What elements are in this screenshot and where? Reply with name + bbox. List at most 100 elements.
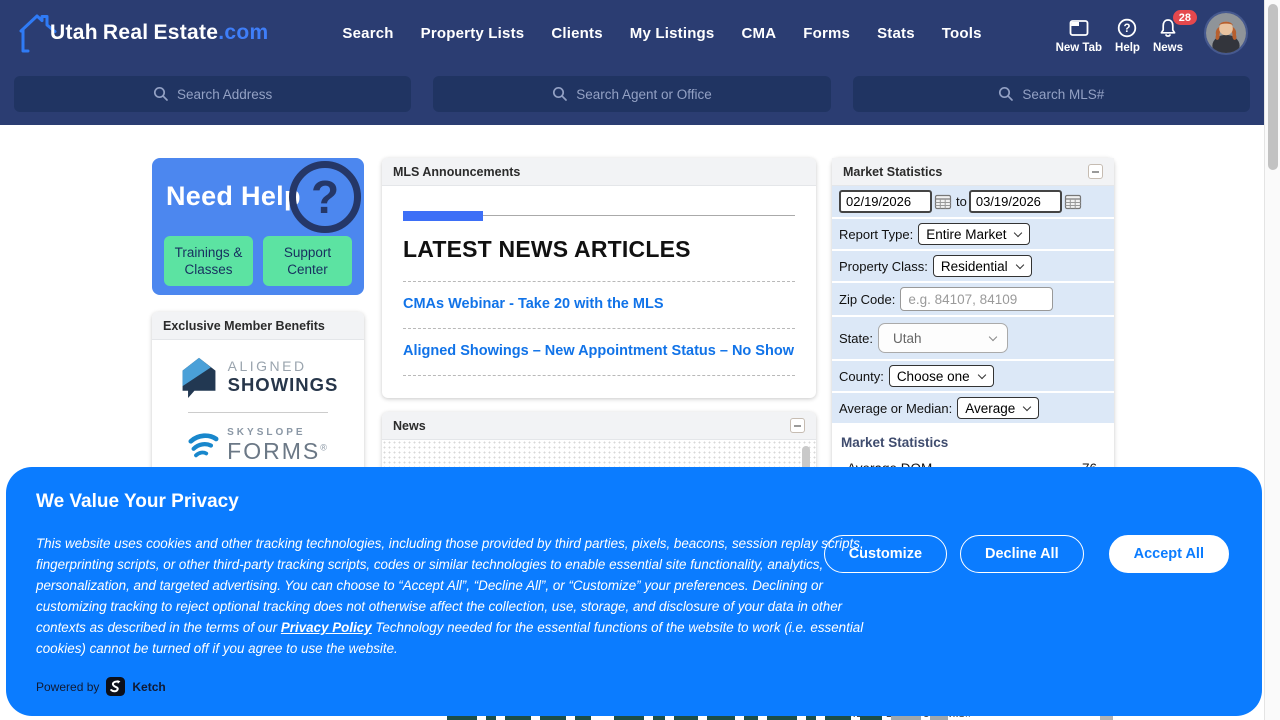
ketch-logo-icon bbox=[106, 677, 125, 696]
search-icon bbox=[153, 86, 169, 102]
mls-announcements-card: MLS Announcements LATEST NEWS ARTICLES C… bbox=[382, 158, 816, 398]
ketch-label: Ketch bbox=[132, 680, 165, 694]
search-icon bbox=[552, 86, 568, 102]
property-class-label: Property Class: bbox=[839, 259, 928, 274]
date-range-row: to bbox=[832, 186, 1114, 217]
decline-all-button[interactable]: Decline All bbox=[960, 535, 1084, 573]
collapse-icon[interactable] bbox=[1088, 164, 1103, 179]
zip-code-input[interactable] bbox=[900, 287, 1053, 311]
customize-button[interactable]: Customize bbox=[824, 535, 947, 573]
zip-code-row: Zip Code: bbox=[832, 283, 1114, 315]
to-label: to bbox=[956, 194, 967, 209]
avatar-image bbox=[1206, 13, 1246, 53]
logo-text: UtahRealEstate.com bbox=[50, 21, 269, 45]
county-select[interactable]: Choose one bbox=[889, 365, 994, 387]
new-tab-icon bbox=[1067, 17, 1091, 39]
privacy-policy-link[interactable]: Privacy Policy bbox=[281, 620, 372, 635]
state-label: State: bbox=[839, 331, 873, 346]
property-class-select[interactable]: Residential bbox=[933, 255, 1032, 277]
new-tab-button[interactable]: New Tab bbox=[1056, 11, 1102, 54]
calendar-icon bbox=[934, 193, 952, 210]
new-tab-label: New Tab bbox=[1056, 42, 1102, 54]
news-article-link[interactable]: Aligned Showings – New Appointment Statu… bbox=[403, 343, 795, 359]
page: UtahRealEstate.com Search Property Lists… bbox=[0, 0, 1280, 720]
privacy-banner-buttons: Customize Decline All Accept All bbox=[824, 535, 1229, 573]
chevron-down-icon bbox=[989, 332, 997, 340]
skyslope-wordmark-bottom: FORMS bbox=[227, 438, 320, 464]
nav-item-tools[interactable]: Tools bbox=[942, 25, 982, 42]
search-icon bbox=[998, 86, 1014, 102]
search-mls-input[interactable]: Search MLS# bbox=[853, 76, 1250, 112]
aligned-showings-logo[interactable]: ALIGNED SHOWINGS bbox=[152, 340, 364, 412]
dashed-divider bbox=[403, 281, 795, 282]
news-badge: 28 bbox=[1173, 10, 1197, 25]
collapse-icon[interactable] bbox=[790, 418, 805, 433]
nav-item-stats[interactable]: Stats bbox=[877, 25, 915, 42]
search-agent-placeholder: Search Agent or Office bbox=[576, 87, 712, 102]
trainings-classes-button[interactable]: Trainings & Classes bbox=[164, 236, 253, 286]
main-nav: Search Property Lists Clients My Listing… bbox=[342, 25, 981, 42]
zip-code-label: Zip Code: bbox=[839, 292, 895, 307]
progress-bar-decoration bbox=[403, 211, 795, 221]
header-actions: New Tab ? Help 28 News bbox=[1056, 11, 1248, 55]
market-statistics-card: Market Statistics to bbox=[832, 158, 1114, 480]
average-median-label: Average or Median: bbox=[839, 401, 952, 416]
privacy-consent-banner: We Value Your Privacy This website uses … bbox=[6, 467, 1262, 716]
skyslope-icon bbox=[187, 431, 219, 461]
nav-item-search[interactable]: Search bbox=[342, 25, 393, 42]
help-label: Help bbox=[1115, 42, 1140, 54]
calendar-button[interactable] bbox=[1062, 193, 1084, 210]
news-button[interactable]: 28 News bbox=[1153, 11, 1183, 54]
top-navigation-bar: UtahRealEstate.com Search Property Lists… bbox=[0, 0, 1264, 125]
date-from-input[interactable] bbox=[839, 190, 932, 213]
search-address-input[interactable]: Search Address bbox=[14, 76, 411, 112]
member-benefits-card: Exclusive Member Benefits ALIGNED SHOWIN… bbox=[152, 312, 364, 474]
latest-news-heading: LATEST NEWS ARTICLES bbox=[403, 236, 795, 263]
nav-item-property-lists[interactable]: Property Lists bbox=[421, 25, 525, 42]
average-median-select[interactable]: Average bbox=[957, 397, 1039, 419]
search-mls-placeholder: Search MLS# bbox=[1022, 87, 1104, 102]
property-class-row: Property Class: Residential bbox=[832, 251, 1114, 281]
chevron-down-icon bbox=[1015, 260, 1023, 268]
site-logo[interactable]: UtahRealEstate.com bbox=[16, 11, 269, 55]
registered-mark: ® bbox=[320, 442, 329, 452]
page-scrollbar bbox=[1264, 0, 1280, 720]
date-to-input[interactable] bbox=[969, 190, 1062, 213]
svg-text:?: ? bbox=[1124, 23, 1131, 35]
calendar-button[interactable] bbox=[932, 193, 954, 210]
dashed-divider bbox=[403, 375, 795, 376]
nav-item-forms[interactable]: Forms bbox=[803, 25, 850, 42]
report-type-label: Report Type: bbox=[839, 227, 913, 242]
powered-by-label: Powered by bbox=[36, 680, 99, 694]
help-button[interactable]: ? Help bbox=[1115, 11, 1140, 54]
news-card-title: News bbox=[393, 419, 426, 433]
news-article-link[interactable]: CMAs Webinar - Take 20 with the MLS bbox=[403, 296, 795, 312]
aligned-wordmark-top: ALIGNED bbox=[228, 358, 339, 374]
news-label: News bbox=[1153, 42, 1183, 54]
aligned-wordmark-bottom: SHOWINGS bbox=[228, 374, 339, 396]
report-type-select[interactable]: Entire Market bbox=[918, 223, 1030, 245]
chevron-down-icon bbox=[1023, 402, 1031, 410]
nav-item-cma[interactable]: CMA bbox=[741, 25, 776, 42]
skyslope-wordmark-top: SKYSLOPE bbox=[227, 427, 329, 438]
user-avatar[interactable] bbox=[1204, 11, 1248, 55]
support-center-button[interactable]: Support Center bbox=[263, 236, 352, 286]
need-help-title: Need Help bbox=[166, 181, 301, 212]
page-scrollbar-thumb[interactable] bbox=[1268, 4, 1278, 170]
privacy-banner-body: This website uses cookies and other trac… bbox=[36, 534, 892, 659]
nav-item-clients[interactable]: Clients bbox=[551, 25, 602, 42]
skyslope-forms-logo[interactable]: SKYSLOPE FORMS® bbox=[152, 413, 364, 474]
accept-all-button[interactable]: Accept All bbox=[1109, 535, 1229, 573]
nav-item-my-listings[interactable]: My Listings bbox=[630, 25, 715, 42]
average-median-row: Average or Median: Average bbox=[832, 393, 1114, 423]
search-address-placeholder: Search Address bbox=[177, 87, 272, 102]
help-icon: ? bbox=[1115, 17, 1139, 39]
question-mark-icon: ? bbox=[289, 161, 361, 233]
market-statistics-results-heading: Market Statistics bbox=[841, 435, 1105, 450]
powered-by-ketch[interactable]: Powered by Ketch bbox=[36, 677, 166, 696]
calendar-icon bbox=[1064, 193, 1082, 210]
state-select[interactable]: Utah bbox=[878, 323, 1008, 353]
search-agent-office-input[interactable]: Search Agent or Office bbox=[433, 76, 830, 112]
mls-announcements-header: MLS Announcements bbox=[382, 158, 816, 186]
county-label: County: bbox=[839, 369, 884, 384]
